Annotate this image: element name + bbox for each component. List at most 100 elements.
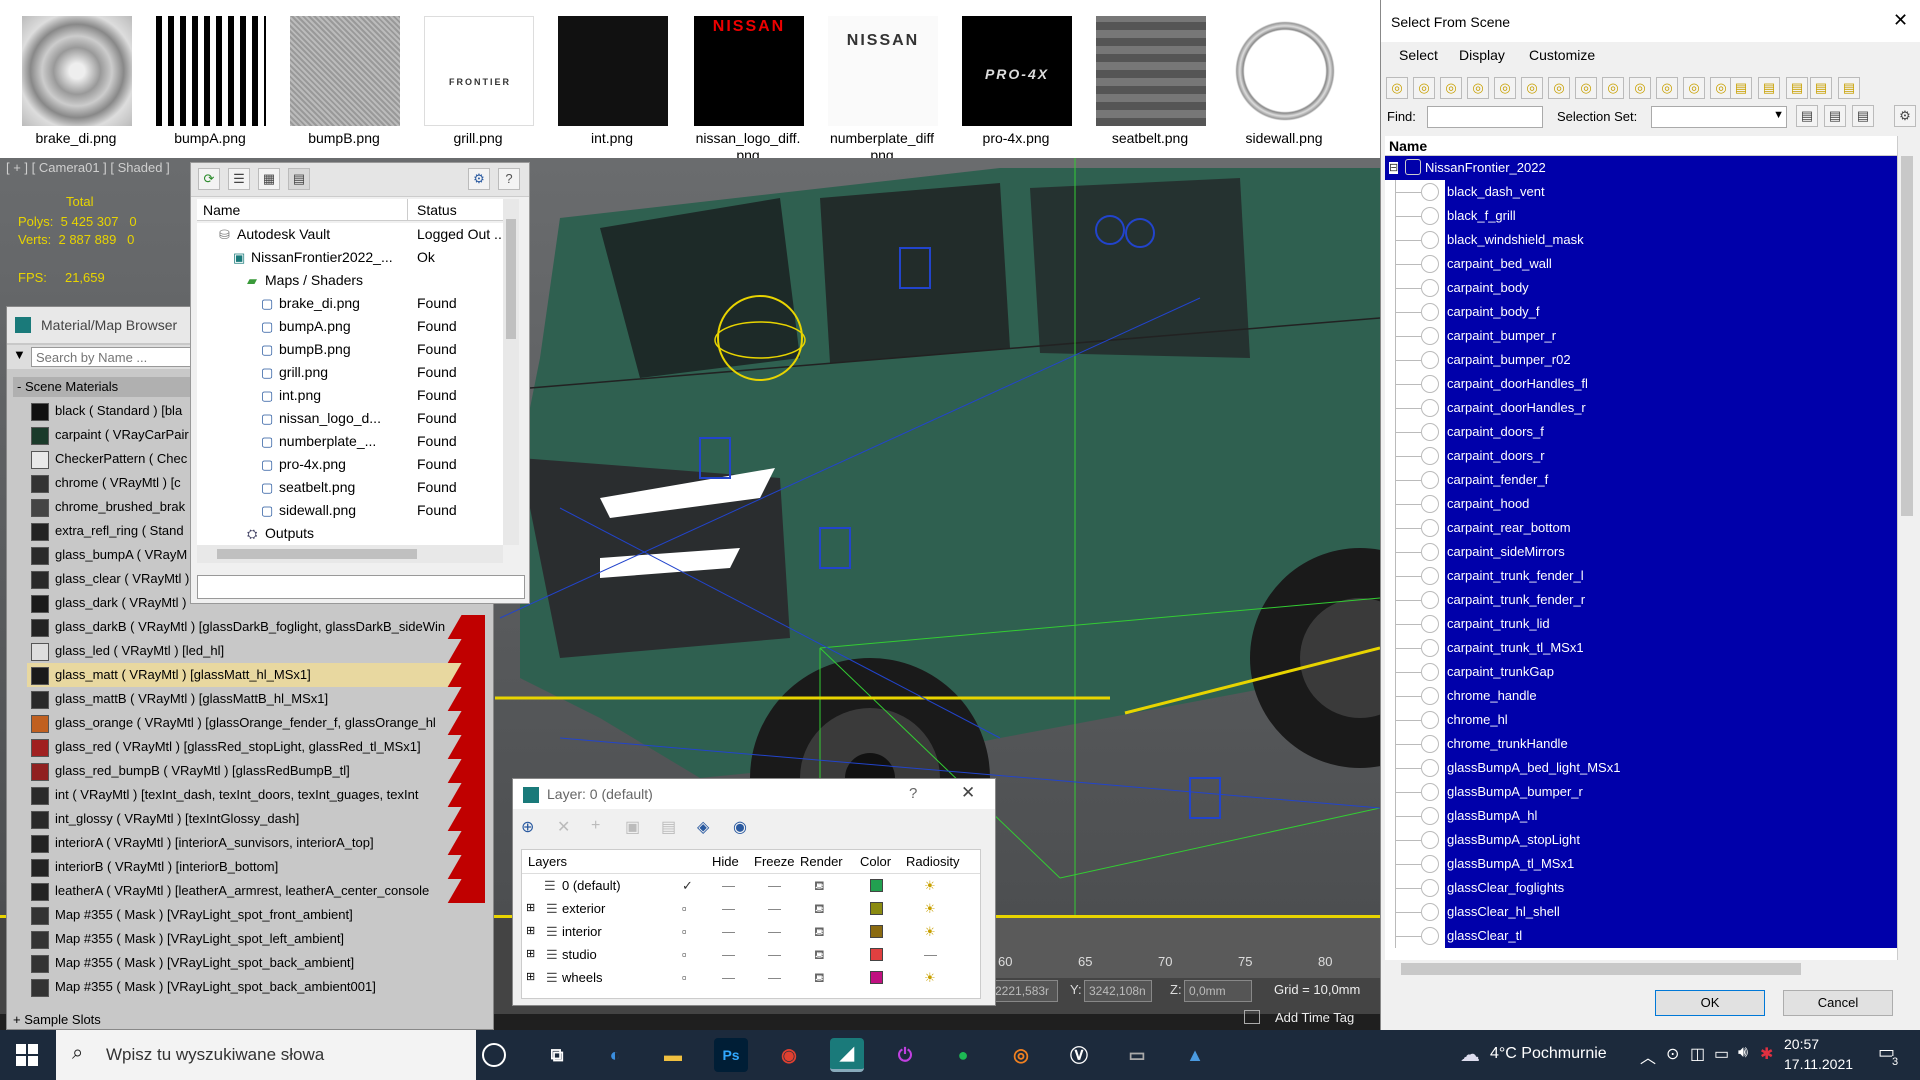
material-item[interactable]: glass_matt ( VRayMtl ) [glassMatt_hl_MSx… [27, 663, 485, 687]
expand-icon[interactable]: ⊞ [526, 897, 535, 920]
layer-color-swatch[interactable] [870, 948, 883, 961]
photos-icon[interactable]: ▲ [1178, 1038, 1212, 1072]
tray-alert-icon[interactable]: ✱ [1760, 1044, 1773, 1064]
network-icon[interactable]: ▭ [1714, 1044, 1729, 1064]
scene-object-item[interactable]: glassClear_tl [1385, 924, 1897, 948]
scene-col-name[interactable]: Name [1385, 136, 1897, 156]
add-time-tag[interactable]: Add Time Tag [1275, 1010, 1354, 1025]
task-view-icon[interactable]: ⧉ [540, 1038, 574, 1072]
texture-thumbnail[interactable]: seatbelt.png [1086, 0, 1214, 158]
render-teapot-icon[interactable]: ⛾ [814, 874, 825, 897]
radiosity-icon[interactable]: ☀ [924, 897, 936, 920]
create-set-icon[interactable]: ▤ [1796, 105, 1818, 127]
layer-close-button[interactable]: ✕ [961, 783, 975, 803]
layer-col-radiosity[interactable]: Radiosity [906, 850, 959, 874]
layer-help-button[interactable]: ? [909, 785, 917, 802]
display-cameras-icon[interactable]: ◎ [1467, 77, 1489, 99]
asset-hscroll[interactable] [197, 545, 503, 563]
blender-icon[interactable]: ◎ [1004, 1038, 1038, 1072]
display-frozen-icon[interactable]: ◎ [1656, 77, 1678, 99]
material-item[interactable]: glass_mattB ( VRayMtl ) [glassMattB_hl_M… [27, 687, 485, 711]
taskbar-search-box[interactable]: ⌕ Wpisz tu wyszukiwane słowa [56, 1030, 476, 1080]
3dsmax-icon[interactable]: ◢ [830, 1038, 864, 1072]
material-search-input[interactable] [31, 347, 201, 367]
scene-object-item[interactable]: chrome_handle [1385, 684, 1897, 708]
display-xrefs-icon[interactable]: ◎ [1575, 77, 1597, 99]
freeze-toggle[interactable]: — [768, 920, 781, 943]
material-item[interactable]: interiorB ( VRayMtl ) [interiorB_bottom] [27, 855, 485, 879]
asset-row[interactable]: ▢ nissan_logo_d... Found [197, 407, 503, 430]
asset-row[interactable]: ▢ int.png Found [197, 384, 503, 407]
radiosity-icon[interactable]: ☀ [924, 920, 936, 943]
freeze-toggle[interactable]: — [768, 897, 781, 920]
vault-icon[interactable]: ⚙ [468, 168, 490, 190]
display-lights-icon[interactable]: ◎ [1440, 77, 1462, 99]
layer-checkbox[interactable]: ▫ [682, 966, 687, 989]
material-item[interactable]: interiorA ( VRayMtl ) [interiorA_sunviso… [27, 831, 485, 855]
scene-object-item[interactable]: carpaint_hood [1385, 492, 1897, 516]
scene-object-item[interactable]: glassBumpA_bed_light_MSx1 [1385, 756, 1897, 780]
freeze-toggle[interactable]: — [768, 874, 781, 897]
current-layer-check-icon[interactable]: ✓ [682, 874, 693, 897]
display-none-icon[interactable]: ▤ [1730, 77, 1752, 99]
new-layer-icon[interactable]: ⊕ [521, 817, 534, 837]
tray-chevron-icon[interactable]: ︿ [1640, 1044, 1656, 1068]
refresh-icon[interactable]: ⟳ [198, 168, 220, 190]
scene-object-item[interactable]: carpaint_doors_f [1385, 420, 1897, 444]
scene-menu-display[interactable]: Display [1459, 42, 1505, 68]
radiosity-off[interactable]: — [924, 943, 937, 966]
scene-object-item[interactable]: chrome_hl [1385, 708, 1897, 732]
scene-object-item[interactable]: carpaint_doorHandles_fl [1385, 372, 1897, 396]
display-hidden-icon[interactable]: ◎ [1683, 77, 1705, 99]
scene-object-item[interactable]: glassBumpA_stopLight [1385, 828, 1897, 852]
layer-checkbox[interactable]: ▫ [682, 897, 687, 920]
layer-col-color[interactable]: Color [860, 850, 891, 874]
scene-object-item[interactable]: glassBumpA_tl_MSx1 [1385, 852, 1897, 876]
chrome-icon[interactable]: ◉ [772, 1038, 806, 1072]
scene-object-item[interactable]: carpaint_body_f [1385, 300, 1897, 324]
layer-color-swatch[interactable] [870, 925, 883, 938]
spotify-icon[interactable]: ● [946, 1038, 980, 1072]
search-options-icon[interactable]: ▼ [13, 347, 26, 362]
layer-col-hide[interactable]: Hide [712, 850, 739, 874]
volume-icon[interactable]: 🔊︎ [1738, 1044, 1748, 1062]
display-geometry-icon[interactable]: ◎ [1386, 77, 1408, 99]
scene-object-item[interactable]: carpaint_fender_f [1385, 468, 1897, 492]
asset-list[interactable]: ⛁ Autodesk Vault Logged Out .. ▣ NissanFront… [197, 223, 503, 545]
ok-button[interactable]: OK [1655, 990, 1765, 1016]
display-helpers-icon[interactable]: ◎ [1494, 77, 1516, 99]
asset-row[interactable]: ▢ sidewall.png Found [197, 499, 503, 522]
layer-checkbox[interactable]: ▫ [682, 920, 687, 943]
sample-slots-header[interactable]: + Sample Slots [13, 1011, 483, 1029]
texture-thumbnail[interactable]: PRO-4X pro-4x.png [952, 0, 1080, 158]
display-containers-icon[interactable]: ◎ [1629, 77, 1651, 99]
scene-object-item[interactable]: carpaint_rear_bottom [1385, 516, 1897, 540]
scene-object-item[interactable]: carpaint_bed_wall [1385, 252, 1897, 276]
material-item[interactable]: Map #355 ( Mask ) [VRayLight_spot_back_a… [27, 975, 485, 999]
table-view-icon[interactable]: ▤ [288, 168, 310, 190]
asset-col-name[interactable]: Name [203, 199, 240, 221]
viewport-label[interactable]: [ + ] [ Camera01 ] [ Shaded ] [6, 160, 170, 175]
texture-thumbnail[interactable]: brake_di.png [12, 0, 140, 158]
asset-row[interactable]: ▢ grill.png Found [197, 361, 503, 384]
material-item[interactable]: glass_red_bumpB ( VRayMtl ) [glassRedBum… [27, 759, 485, 783]
freeze-all-icon[interactable]: ◉ [733, 817, 747, 837]
app-power-icon[interactable]: ⏻ [888, 1038, 922, 1072]
hide-toggle[interactable]: — [722, 966, 735, 989]
render-teapot-icon[interactable]: ⛾ [814, 897, 825, 920]
display-all-icon[interactable]: ◎ [1710, 77, 1732, 99]
asset-row[interactable]: ▣ NissanFrontier2022_... Ok [197, 246, 503, 269]
photoshop-icon[interactable]: Ps [714, 1038, 748, 1072]
scene-object-item[interactable]: carpaint_trunk_fender_l [1385, 564, 1897, 588]
scene-object-item[interactable]: carpaint_bumper_r [1385, 324, 1897, 348]
layer-col-render[interactable]: Render [800, 850, 843, 874]
file-explorer-icon[interactable]: ▬ [656, 1038, 690, 1072]
material-item[interactable]: int ( VRayMtl ) [texInt_dash, texInt_doo… [27, 783, 485, 807]
layer-col-layers[interactable]: Layers [528, 850, 567, 874]
expand-icon[interactable]: ⊞ [526, 943, 535, 966]
scene-options-icon[interactable]: ⚙ [1894, 105, 1916, 127]
scene-object-item[interactable]: chrome_trunkHandle [1385, 732, 1897, 756]
scene-object-item[interactable]: carpaint_doorHandles_r [1385, 396, 1897, 420]
scene-object-item[interactable]: black_dash_vent [1385, 180, 1897, 204]
texture-thumbnail[interactable]: NISSAN numberplate_diff png [818, 0, 946, 158]
